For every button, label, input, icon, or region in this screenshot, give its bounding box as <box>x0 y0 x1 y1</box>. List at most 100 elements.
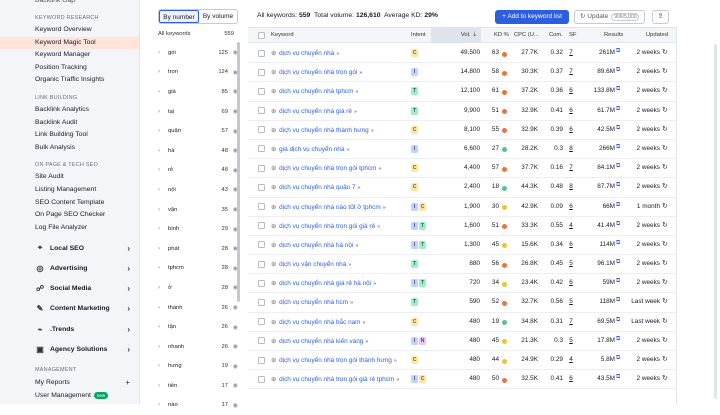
refresh-icon[interactable]: ↻ <box>662 221 668 229</box>
serp-link-icon[interactable]: ⧉ <box>616 297 620 304</box>
keyword-group-item[interactable]: › quận 57 ◉ <box>158 121 238 141</box>
add-icon[interactable]: ⊕ <box>271 108 278 115</box>
sidebar-item-user-management[interactable]: User Management new <box>0 389 139 402</box>
chevron-right-icon[interactable]: › <box>158 109 168 115</box>
serp-link-icon[interactable]: ⧉ <box>616 144 620 151</box>
add-icon[interactable]: ⊕ <box>271 338 278 345</box>
by-number-toggle[interactable]: By number <box>159 10 199 23</box>
keyword-group-item[interactable]: › rẻ 48 ◉ <box>158 161 238 181</box>
row-checkbox[interactable] <box>258 68 265 76</box>
sidebar-item-bulk-analysis[interactable]: Bulk Analysis <box>0 142 139 155</box>
sidebar-section-social-media[interactable]: ☍ Social Media › <box>0 279 139 299</box>
keyword-group-item[interactable]: › tiền 17 ◉ <box>158 376 238 396</box>
serp-features-link[interactable]: 6 <box>566 107 576 114</box>
row-checkbox[interactable] <box>258 318 265 326</box>
chevron-right-icon[interactable]: › <box>158 402 168 408</box>
add-icon[interactable]: ⊕ <box>271 242 278 249</box>
add-icon[interactable]: ⊕ <box>271 376 278 383</box>
sidebar-section-content-marketing[interactable]: ✎ Content Marketing › <box>0 299 139 319</box>
serp-link-icon[interactable]: ⧉ <box>616 317 620 324</box>
sidebar-item-on-page-seo-checker[interactable]: On Page SEO Checker <box>0 209 139 222</box>
serp-link-icon[interactable]: ⧉ <box>616 106 620 113</box>
all-keywords-group[interactable]: All keywords 559 <box>158 31 234 37</box>
refresh-icon[interactable]: ↻ <box>662 355 668 363</box>
chevron-right-icon[interactable]: › <box>158 167 168 173</box>
keyword-group-item[interactable]: › thành 26 ◉ <box>158 298 238 318</box>
serp-link-icon[interactable]: ⧉ <box>616 336 620 343</box>
row-checkbox[interactable] <box>258 107 265 115</box>
keyword-group-item[interactable]: › hưng 19 ◉ <box>158 357 238 377</box>
serp-features-link[interactable]: 7 <box>566 164 576 171</box>
sidebar-item-link-building-tool[interactable]: Link Building Tool <box>0 129 139 142</box>
sidebar-section-advertising[interactable]: ◎ Advertising › <box>0 259 139 279</box>
refresh-icon[interactable]: ↻ <box>662 240 668 248</box>
add-icon[interactable]: ⊕ <box>271 69 278 76</box>
chevron-right-icon[interactable]: › <box>158 226 168 232</box>
sidebar-section-local-seo[interactable]: ⌖ Local SEO › <box>0 238 139 258</box>
refresh-icon[interactable]: ↻ <box>662 48 668 56</box>
row-checkbox[interactable] <box>258 126 265 134</box>
dropdown-icon[interactable]: » <box>347 147 350 153</box>
serp-features-link[interactable]: 4 <box>566 356 576 363</box>
row-checkbox[interactable] <box>258 164 265 172</box>
serp-link-icon[interactable]: ⧉ <box>616 202 620 209</box>
row-checkbox[interactable] <box>258 260 265 268</box>
sidebar-item-site-audit[interactable]: Site Audit <box>0 171 139 184</box>
add-icon[interactable]: ⊕ <box>271 261 278 268</box>
serp-features-link[interactable]: 6 <box>566 241 576 248</box>
dropdown-icon[interactable]: » <box>355 89 358 95</box>
refresh-icon[interactable]: ↻ <box>662 182 668 190</box>
add-to-keyword-list-button[interactable]: + Add to keyword list <box>495 10 569 24</box>
add-icon[interactable]: ⊕ <box>271 50 278 57</box>
export-button[interactable]: ⇪ <box>652 10 669 24</box>
serp-link-icon[interactable]: ⧉ <box>616 278 620 285</box>
keyword-link[interactable]: ⊕ dịch vụ chuyển nhà trọn gói thành hưng… <box>271 356 397 364</box>
eye-icon[interactable]: ◉ <box>228 382 238 389</box>
refresh-icon[interactable]: ↻ <box>662 336 668 344</box>
keyword-link[interactable]: ⊕ dịch vụ chuyển nhà kiến vàng» <box>271 337 368 345</box>
keyword-link[interactable]: ⊕ dịch vụ chuyển nhà giá rẻ hà nội» <box>271 279 376 287</box>
sidebar-item-backlink-audit[interactable]: Backlink Audit <box>0 117 139 130</box>
chevron-right-icon[interactable]: › <box>158 265 168 271</box>
chevron-right-icon[interactable]: › <box>158 148 168 154</box>
add-icon[interactable]: + <box>125 378 130 387</box>
sidebar-item-log-file-analyzer[interactable]: Log File Analyzer <box>0 222 139 235</box>
dropdown-icon[interactable]: » <box>363 320 366 326</box>
serp-features-link[interactable]: 6 <box>566 87 576 94</box>
keyword-group-item[interactable]: › tận 26 ◉ <box>158 317 238 337</box>
serp-features-link[interactable]: 6 <box>566 279 576 286</box>
chevron-right-icon[interactable]: › <box>158 187 168 193</box>
keyword-link[interactable]: ⊕ dịch vụ chuyển nhà tphcm» <box>271 87 358 95</box>
serp-features-link[interactable]: 6 <box>566 126 576 133</box>
chevron-right-icon[interactable]: › <box>158 305 168 311</box>
keyword-link[interactable]: ⊕ dịch vụ chuyển nhà hà nội» <box>271 241 358 249</box>
keyword-link[interactable]: ⊕ dịch vụ chuyển nhà trọn gói giá rẻ tph… <box>271 375 399 383</box>
row-checkbox[interactable] <box>258 375 265 383</box>
dropdown-icon[interactable]: » <box>378 166 381 172</box>
dropdown-icon[interactable]: » <box>396 377 399 383</box>
serp-features-link[interactable]: 5 <box>566 298 576 305</box>
dropdown-icon[interactable]: » <box>348 262 351 268</box>
row-checkbox[interactable] <box>258 145 265 153</box>
serp-features-link[interactable]: 5 <box>566 260 576 267</box>
select-all-checkbox[interactable] <box>258 32 265 39</box>
dropdown-icon[interactable]: » <box>350 300 353 306</box>
serp-link-icon[interactable]: ⧉ <box>616 355 620 362</box>
refresh-icon[interactable]: ↻ <box>662 317 668 325</box>
add-icon[interactable]: ⊕ <box>271 280 278 287</box>
eye-icon[interactable]: ◉ <box>228 324 238 331</box>
keyword-group-item[interactable]: › hà 48 ◉ <box>158 141 238 161</box>
keyword-link[interactable]: ⊕ dịch vụ vận chuyển nhà» <box>271 260 351 268</box>
chevron-right-icon[interactable]: › <box>158 285 168 291</box>
group-list-scrollbar[interactable] <box>237 42 240 302</box>
chevron-right-icon[interactable]: › <box>158 89 168 95</box>
keyword-group-item[interactable]: › vận 35 ◉ <box>158 200 238 220</box>
serp-link-icon[interactable]: ⧉ <box>616 182 620 189</box>
serp-link-icon[interactable]: ⧉ <box>616 240 620 247</box>
refresh-icon[interactable]: ↻ <box>662 297 668 305</box>
keyword-link[interactable]: ⊕ dịch vụ chuyển nhà nào tốt ở tphcm» <box>271 203 386 211</box>
serp-link-icon[interactable]: ⧉ <box>616 125 620 132</box>
keyword-group-item[interactable]: › ở 28 ◉ <box>158 278 238 298</box>
keyword-group-item[interactable]: › trọn 124 ◉ <box>158 63 238 83</box>
refresh-icon[interactable]: ↻ <box>662 144 668 152</box>
